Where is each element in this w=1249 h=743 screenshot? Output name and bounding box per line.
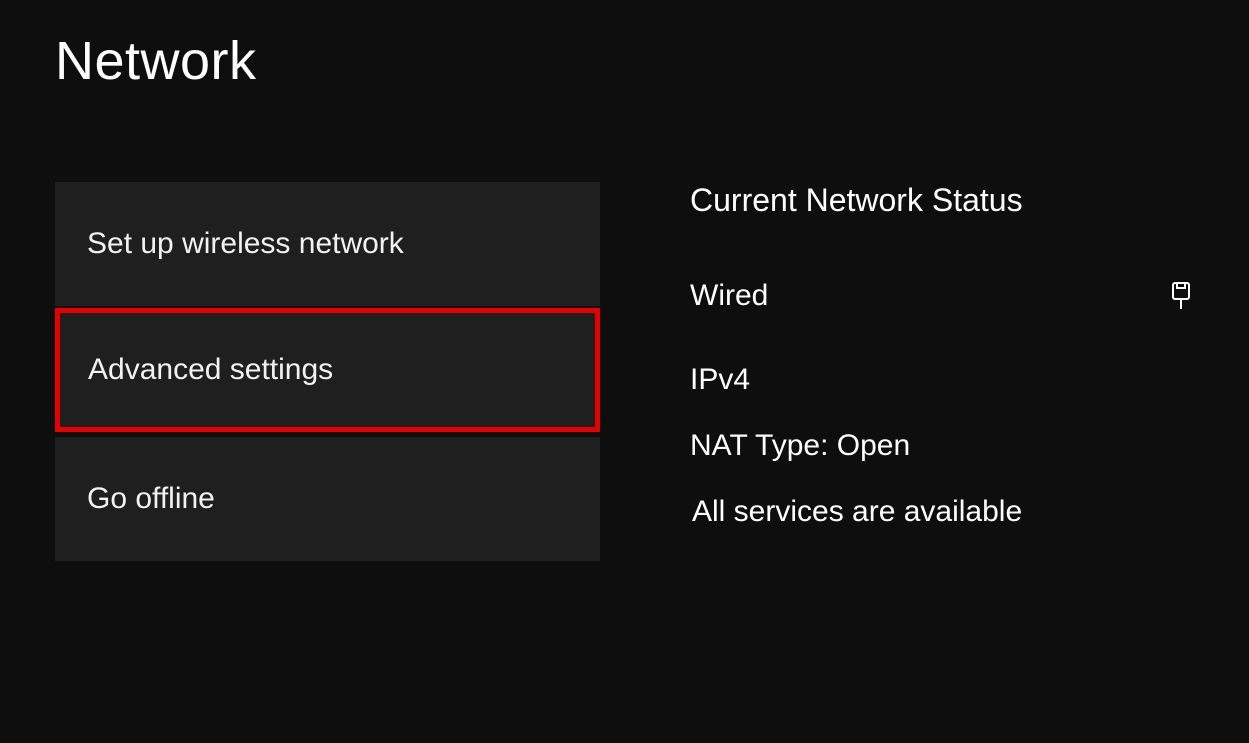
connection-row: Wired xyxy=(690,279,1194,313)
menu-item-advanced-settings[interactable]: Advanced settings xyxy=(55,308,600,432)
connection-type-label: Wired xyxy=(690,279,768,313)
network-menu: Set up wireless network Advanced setting… xyxy=(55,182,600,563)
status-line-nat: NAT Type: Open xyxy=(690,429,1194,463)
menu-item-label: Set up wireless network xyxy=(87,227,404,261)
menu-item-setup-wireless[interactable]: Set up wireless network xyxy=(55,182,600,306)
menu-item-go-offline[interactable]: Go offline xyxy=(55,437,600,561)
network-status-panel: Current Network Status Wired xyxy=(600,182,1194,529)
page-title: Network xyxy=(55,30,1194,92)
status-heading: Current Network Status xyxy=(690,182,1194,219)
ethernet-icon xyxy=(1170,281,1192,311)
menu-item-label: Advanced settings xyxy=(88,353,333,387)
content-area: Set up wireless network Advanced setting… xyxy=(55,182,1194,563)
menu-item-label: Go offline xyxy=(87,482,215,516)
status-line-ipv: IPv4 xyxy=(690,363,1194,397)
status-services-message: All services are available xyxy=(690,495,1194,529)
